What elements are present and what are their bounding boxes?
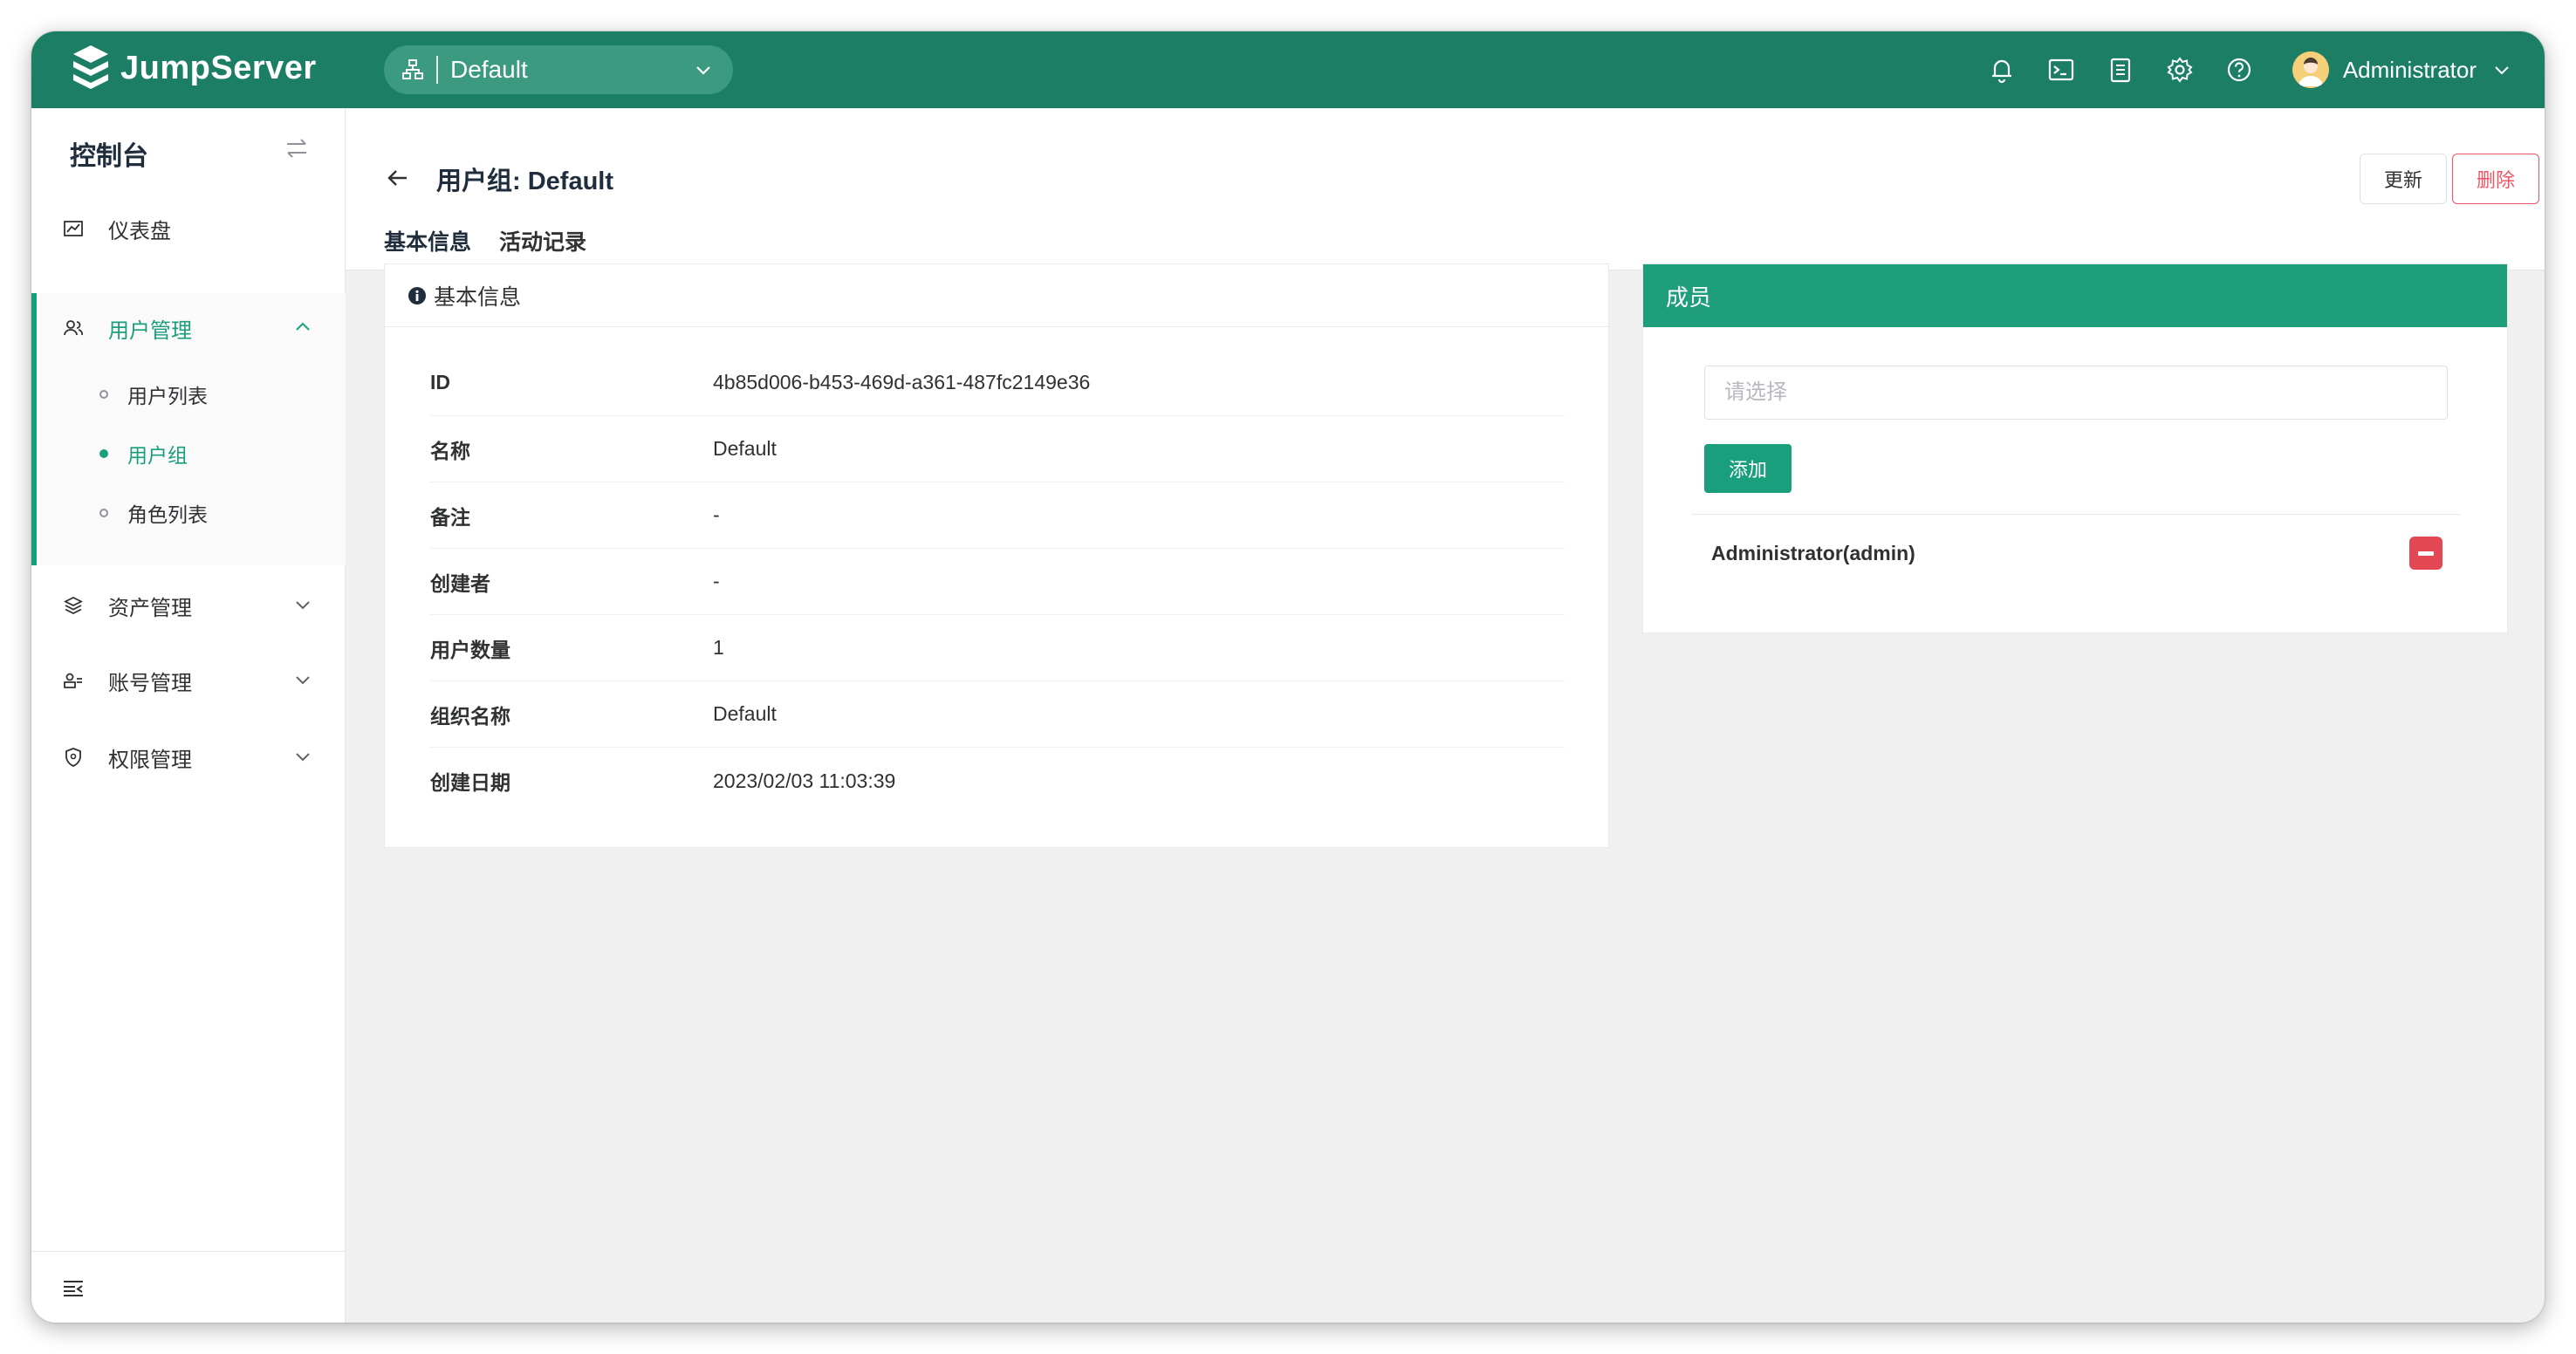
info-row-name: 名称 Default <box>430 416 1565 482</box>
sidebar-item-asset-management[interactable]: 资产管理 <box>31 571 346 640</box>
sidebar-footer <box>31 1251 346 1323</box>
bell-icon[interactable] <box>1987 55 2017 85</box>
info-value: 1 <box>713 636 724 659</box>
info-value: 4b85d006-b453-469d-a361-487fc2149e36 <box>713 371 1091 393</box>
info-circle-icon <box>408 286 426 304</box>
info-value: 2023/02/03 11:03:39 <box>713 769 896 792</box>
delete-button[interactable]: 删除 <box>2452 154 2539 204</box>
gear-icon[interactable] <box>2165 55 2195 85</box>
info-value: Default <box>713 702 777 725</box>
members-card-header: 成员 <box>1643 264 2507 327</box>
sidebar-subitem-role-list[interactable]: 角色列表 <box>37 483 346 543</box>
logo[interactable]: JumpServer <box>70 44 317 92</box>
sidebar-item-user-management[interactable]: 用户管理 <box>31 293 346 363</box>
bullet-icon <box>99 449 108 458</box>
page-header: 用户组: Default 更新 删除 基本信息 活动记录 <box>346 108 2545 270</box>
avatar <box>2292 51 2329 88</box>
org-select-value: Default <box>450 56 528 83</box>
info-row-id: ID 4b85d006-b453-469d-a361-487fc2149e36 <box>430 350 1565 416</box>
terminal-icon[interactable] <box>2046 55 2076 85</box>
sidebar-subitem-label: 用户组 <box>127 444 188 467</box>
swap-icon[interactable] <box>284 136 309 161</box>
chevron-down-icon <box>296 676 310 685</box>
card-title: 基本信息 <box>434 284 522 310</box>
bullet-icon <box>99 390 108 399</box>
org-tree-icon <box>402 59 423 79</box>
sidebar-subitem-user-list[interactable]: 用户列表 <box>37 365 346 424</box>
tab-activity-log[interactable]: 活动记录 <box>499 225 586 256</box>
info-label: 组织名称 <box>430 704 510 728</box>
info-label: 备注 <box>430 505 470 529</box>
info-label: 用户数量 <box>430 638 510 661</box>
org-select[interactable]: Default <box>384 45 733 94</box>
info-label: ID <box>430 371 450 393</box>
info-row-creator: 创建者 - <box>430 549 1565 615</box>
bullet-icon <box>99 509 108 517</box>
logo-text: JumpServer <box>120 49 317 86</box>
info-row-comment: 备注 - <box>430 482 1565 549</box>
back-arrow-icon[interactable] <box>384 164 412 192</box>
basic-info-card: 基本信息 ID 4b85d006-b453-469d-a361-487fc214… <box>384 263 1609 848</box>
info-row-created-date: 创建日期 2023/02/03 11:03:39 <box>430 748 1565 814</box>
sidebar-item-label: 仪表盘 <box>108 219 171 243</box>
sidebar-subitem-user-group[interactable]: 用户组 <box>37 424 346 483</box>
top-bar-actions: Administrator <box>1987 31 2545 108</box>
info-value: - <box>713 503 720 526</box>
minus-icon <box>2418 550 2434 556</box>
chevron-down-icon <box>696 66 710 75</box>
layers-icon <box>63 596 84 615</box>
shield-icon <box>65 748 81 767</box>
user-name: Administrator <box>2342 56 2477 83</box>
user-menu[interactable]: Administrator <box>2292 51 2511 88</box>
sidebar-item-permission-management[interactable]: 权限管理 <box>31 722 346 792</box>
info-value: - <box>713 570 720 592</box>
chevron-down-icon <box>2495 66 2509 75</box>
member-name: Administrator(admin) <box>1711 542 1915 564</box>
sidebar-item-label: 权限管理 <box>108 748 192 772</box>
card-title: 成员 <box>1666 284 1712 311</box>
divider <box>1692 514 2460 515</box>
sidebar-item-label: 资产管理 <box>108 596 192 620</box>
sidebar-item-label: 账号管理 <box>108 671 192 695</box>
sidebar-item-account-management[interactable]: 账号管理 <box>31 646 346 715</box>
info-label: 名称 <box>430 439 470 462</box>
page-title: 用户组: Default <box>436 168 614 195</box>
info-row-org-name: 组织名称 Default <box>430 681 1565 748</box>
sidebar-item-label: 用户管理 <box>108 318 192 343</box>
sidebar-group-user-management: 用户管理 用户列表 用户组 角色列表 <box>31 293 346 565</box>
info-value: Default <box>713 437 777 460</box>
update-button[interactable]: 更新 <box>2360 154 2447 204</box>
member-select-input[interactable] <box>1704 366 2448 420</box>
chevron-down-icon <box>296 601 310 610</box>
chevron-down-icon <box>296 753 310 762</box>
clipboard-icon[interactable] <box>2106 55 2135 85</box>
org-select-separator <box>436 56 438 84</box>
users-icon <box>64 320 83 336</box>
info-row-user-count: 用户数量 1 <box>430 615 1565 681</box>
members-card: 成员 添加 Administrator(admin) <box>1642 263 2508 633</box>
account-icon <box>64 673 82 688</box>
top-bar: JumpServer Default Administrator <box>31 31 2545 108</box>
tab-basic-info[interactable]: 基本信息 <box>384 225 471 256</box>
add-member-button[interactable]: 添加 <box>1704 444 1792 493</box>
sidebar-item-dashboard[interactable]: 仪表盘 <box>31 194 346 263</box>
sidebar: 控制台 仪表盘 用户管理 用户列表 用户组 角色列表 资产管理 账号管理 权限管… <box>31 108 346 1323</box>
sidebar-subitem-label: 角色列表 <box>127 503 208 526</box>
sidebar-title: 控制台 <box>70 142 148 171</box>
chevron-up-icon <box>296 322 310 331</box>
app-window: JumpServer Default Administrator 控制台 仪表盘… <box>31 31 2545 1323</box>
collapse-menu-icon[interactable] <box>61 1276 86 1301</box>
info-label: 创建者 <box>430 571 490 595</box>
card-header: 基本信息 <box>385 264 1608 327</box>
remove-member-button[interactable] <box>2409 537 2442 570</box>
info-label: 创建日期 <box>430 771 510 794</box>
dashboard-icon <box>64 221 83 236</box>
help-icon[interactable] <box>2224 55 2254 85</box>
logo-icon <box>73 45 108 89</box>
sidebar-subitem-label: 用户列表 <box>127 385 208 407</box>
